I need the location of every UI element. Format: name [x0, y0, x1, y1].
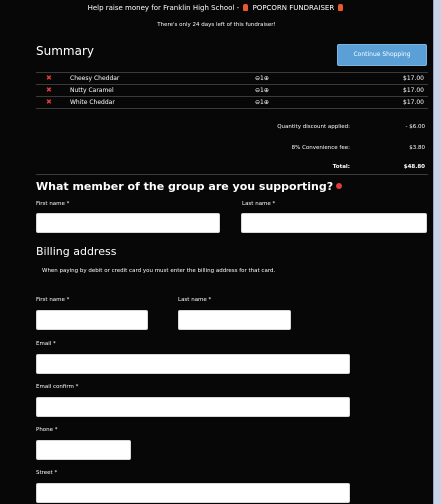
- total-value: $48.80: [403, 164, 425, 170]
- billing-first-name-label: First name *: [36, 297, 70, 303]
- phone-input[interactable]: [36, 440, 131, 460]
- member-last-name-label: Last name *: [242, 201, 276, 207]
- billing-first-name-input[interactable]: [36, 310, 148, 330]
- cart-item: ✖ White Cheddar ⊖1⊕ $17.00: [36, 97, 428, 108]
- remove-item-icon[interactable]: ✖: [46, 97, 52, 108]
- member-first-name-label: First name *: [36, 201, 70, 207]
- discount-label: Quantity discount applied:: [277, 124, 350, 130]
- quantity-stepper[interactable]: ⊖1⊕: [255, 85, 269, 96]
- item-price: $17.00: [403, 99, 424, 106]
- discount-row: Quantity discount applied: - $6.00: [225, 124, 425, 134]
- total-label: Total:: [332, 164, 350, 170]
- billing-last-name-label: Last name *: [178, 297, 212, 303]
- street-input[interactable]: [36, 483, 350, 503]
- phone-label: Phone *: [36, 427, 58, 433]
- cart-item: ✖ Cheesy Cheddar ⊖1⊕ $17.00: [36, 73, 428, 84]
- item-price: $17.00: [403, 87, 424, 94]
- quantity-stepper[interactable]: ⊖1⊕: [255, 73, 269, 84]
- discount-value: - $6.00: [405, 124, 425, 130]
- email-label: Email *: [36, 341, 56, 347]
- fundraiser-banner: Help raise money for Franklin High Schoo…: [0, 4, 433, 12]
- divider: [36, 174, 428, 175]
- item-price: $17.00: [403, 75, 424, 82]
- cart-item: ✖ Nutty Caramel ⊖1⊕ $17.00: [36, 85, 428, 96]
- banner-text-2: POPCORN FUNDRAISER: [250, 4, 337, 12]
- divider: [36, 108, 428, 109]
- email-input[interactable]: [36, 354, 350, 374]
- fee-value: $3.80: [409, 145, 425, 151]
- total-row: Total: $48.80: [225, 164, 425, 174]
- billing-last-name-input[interactable]: [178, 310, 291, 330]
- email-confirm-input[interactable]: [36, 397, 350, 417]
- item-name: White Cheddar: [70, 99, 115, 106]
- item-name: Nutty Caramel: [70, 87, 114, 94]
- popcorn-icon: [338, 4, 344, 11]
- member-last-name-input[interactable]: [241, 213, 427, 233]
- summary-title: Summary: [36, 44, 94, 58]
- info-icon[interactable]: [336, 183, 343, 189]
- fee-row: 8% Convenience fee: $3.80: [225, 145, 425, 155]
- item-name: Cheesy Cheddar: [70, 75, 120, 82]
- quantity-stepper[interactable]: ⊖1⊕: [255, 97, 269, 108]
- billing-heading: Billing address: [36, 245, 117, 258]
- remove-item-icon[interactable]: ✖: [46, 73, 52, 84]
- checkout-page: Help raise money for Franklin High Schoo…: [0, 0, 434, 504]
- billing-note: When paying by debit or credit card you …: [42, 268, 276, 274]
- street-label: Street *: [36, 470, 58, 476]
- email-confirm-label: Email confirm *: [36, 384, 79, 390]
- fee-label: 8% Convenience fee:: [291, 145, 350, 151]
- member-heading: What member of the group are you support…: [36, 180, 343, 193]
- popcorn-icon: [243, 4, 249, 11]
- days-left-text: There's only 24 days left of this fundra…: [157, 22, 276, 28]
- remove-item-icon[interactable]: ✖: [46, 85, 52, 96]
- continue-shopping-button[interactable]: Continue Shopping: [337, 44, 427, 66]
- banner-text: Help raise money for Franklin High Schoo…: [87, 4, 242, 12]
- member-first-name-input[interactable]: [36, 213, 220, 233]
- member-heading-text: What member of the group are you support…: [36, 180, 334, 193]
